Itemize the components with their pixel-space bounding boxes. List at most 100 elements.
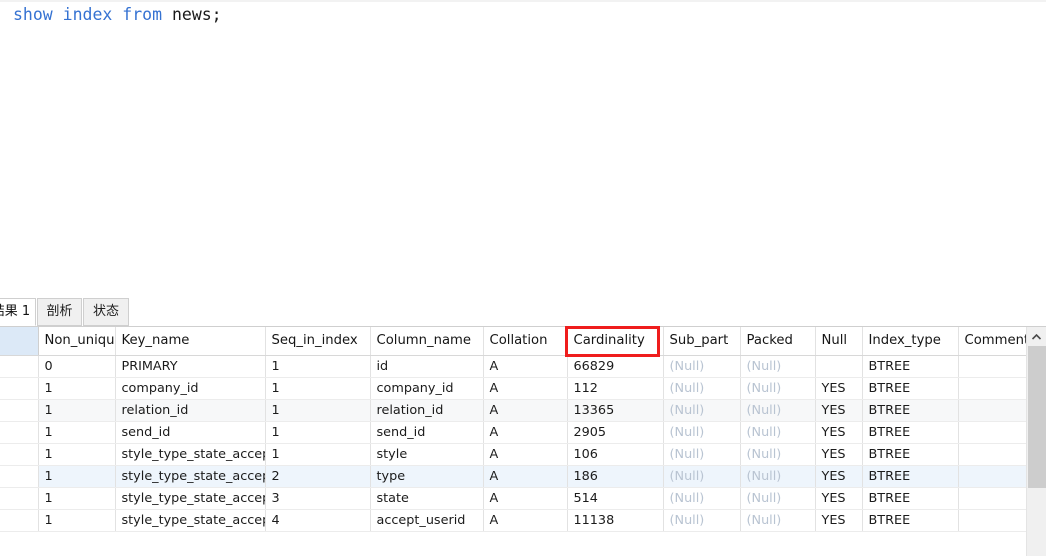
column-header-comment[interactable]: Comment — [958, 327, 1027, 356]
cell-index-type[interactable]: BTREE — [862, 377, 959, 400]
row-selector[interactable] — [0, 421, 39, 444]
tab-profile[interactable]: 剖析 — [37, 298, 82, 326]
column-header-packed[interactable]: Packed — [740, 327, 816, 356]
scroll-up-button[interactable] — [1027, 327, 1046, 346]
cell-null[interactable] — [815, 355, 863, 378]
column-header-collation[interactable]: Collation — [483, 327, 568, 356]
table-row[interactable]: 0 PRIMARY 1 id A 66829 (Null) (Null) BTR… — [0, 355, 1027, 378]
cell-index-type[interactable]: BTREE — [862, 465, 959, 488]
cell-non-unique[interactable]: 1 — [38, 465, 116, 488]
cell-sub-part[interactable]: (Null) — [663, 399, 741, 422]
table-row[interactable]: 1 company_id 1 company_id A 112 (Null) (… — [0, 377, 1027, 400]
cell-cardinality[interactable]: 2905 — [567, 421, 664, 444]
cell-key-name[interactable]: company_id — [115, 377, 266, 400]
cell-packed[interactable]: (Null) — [740, 399, 816, 422]
cell-key-name[interactable]: send_id — [115, 421, 266, 444]
cell-non-unique[interactable]: 0 — [38, 355, 116, 378]
cell-index-type[interactable]: BTREE — [862, 421, 959, 444]
tab-result[interactable]: 结果 1 — [0, 298, 36, 326]
cell-packed[interactable]: (Null) — [740, 443, 816, 466]
cell-packed[interactable]: (Null) — [740, 487, 816, 510]
vertical-scrollbar[interactable] — [1026, 327, 1046, 556]
cell-packed[interactable]: (Null) — [740, 465, 816, 488]
cell-key-name[interactable]: relation_id — [115, 399, 266, 422]
cell-comment[interactable] — [958, 377, 1027, 400]
column-header-column-name[interactable]: Column_name — [370, 327, 484, 356]
column-header-seq-in-index[interactable]: Seq_in_index — [265, 327, 371, 356]
cell-packed[interactable]: (Null) — [740, 377, 816, 400]
cell-comment[interactable] — [958, 509, 1027, 532]
cell-seq-in-index[interactable]: 1 — [265, 399, 371, 422]
cell-column-name[interactable]: send_id — [370, 421, 484, 444]
tab-status[interactable]: 状态 — [83, 298, 129, 326]
row-selector[interactable] — [0, 443, 39, 466]
cell-collation[interactable]: A — [483, 421, 568, 444]
cell-column-name[interactable]: accept_userid — [370, 509, 484, 532]
row-selector[interactable] — [0, 355, 39, 378]
table-row[interactable]: 1 style_type_state_accept_us 1 style A 1… — [0, 443, 1027, 466]
cell-cardinality[interactable]: 514 — [567, 487, 664, 510]
cell-cardinality[interactable]: 11138 — [567, 509, 664, 532]
table-row[interactable]: 1 relation_id 1 relation_id A 13365 (Nul… — [0, 399, 1027, 422]
cell-null[interactable]: YES — [815, 487, 863, 510]
row-selector[interactable] — [0, 487, 39, 510]
cell-seq-in-index[interactable]: 1 — [265, 377, 371, 400]
cell-packed[interactable]: (Null) — [740, 421, 816, 444]
cell-collation[interactable]: A — [483, 465, 568, 488]
row-selector[interactable] — [0, 509, 39, 532]
row-header-gutter[interactable] — [0, 327, 39, 356]
cell-null[interactable]: YES — [815, 377, 863, 400]
column-header-null[interactable]: Null — [815, 327, 863, 356]
cell-cardinality[interactable]: 112 — [567, 377, 664, 400]
sql-editor-pane[interactable]: show index from news; — [0, 0, 1046, 292]
cell-cardinality[interactable]: 186 — [567, 465, 664, 488]
cell-comment[interactable] — [958, 355, 1027, 378]
cell-key-name[interactable]: style_type_state_accept_us — [115, 487, 266, 510]
cell-packed[interactable]: (Null) — [740, 355, 816, 378]
cell-non-unique[interactable]: 1 — [38, 421, 116, 444]
cell-sub-part[interactable]: (Null) — [663, 443, 741, 466]
cell-collation[interactable]: A — [483, 487, 568, 510]
table-row[interactable]: 1 style_type_state_accept_us 3 state A 5… — [0, 487, 1027, 510]
cell-key-name[interactable]: PRIMARY — [115, 355, 266, 378]
cell-sub-part[interactable]: (Null) — [663, 355, 741, 378]
cell-seq-in-index[interactable]: 1 — [265, 443, 371, 466]
cell-seq-in-index[interactable]: 2 — [265, 465, 371, 488]
cell-column-name[interactable]: style — [370, 443, 484, 466]
cell-comment[interactable] — [958, 487, 1027, 510]
cell-cardinality[interactable]: 66829 — [567, 355, 664, 378]
cell-seq-in-index[interactable]: 3 — [265, 487, 371, 510]
table-row[interactable]: 1 send_id 1 send_id A 2905 (Null) (Null)… — [0, 421, 1027, 444]
cell-index-type[interactable]: BTREE — [862, 487, 959, 510]
scrollbar-thumb[interactable] — [1028, 346, 1046, 488]
cell-collation[interactable]: A — [483, 443, 568, 466]
cell-key-name[interactable]: style_type_state_accept_us — [115, 509, 266, 532]
cell-non-unique[interactable]: 1 — [38, 443, 116, 466]
cell-non-unique[interactable]: 1 — [38, 487, 116, 510]
cell-index-type[interactable]: BTREE — [862, 509, 959, 532]
cell-column-name[interactable]: state — [370, 487, 484, 510]
cell-sub-part[interactable]: (Null) — [663, 509, 741, 532]
cell-key-name[interactable]: style_type_state_accept_us — [115, 465, 266, 488]
cell-collation[interactable]: A — [483, 355, 568, 378]
column-header-index-type[interactable]: Index_type — [862, 327, 959, 356]
cell-column-name[interactable]: relation_id — [370, 399, 484, 422]
cell-cardinality[interactable]: 13365 — [567, 399, 664, 422]
column-header-non-unique[interactable]: Non_unique — [38, 327, 116, 356]
cell-seq-in-index[interactable]: 1 — [265, 355, 371, 378]
result-grid[interactable]: Non_unique Key_name Seq_in_index Column_… — [0, 327, 1046, 556]
cell-column-name[interactable]: company_id — [370, 377, 484, 400]
row-selector[interactable] — [0, 399, 39, 422]
cell-collation[interactable]: A — [483, 399, 568, 422]
cell-non-unique[interactable]: 1 — [38, 377, 116, 400]
row-selector[interactable] — [0, 377, 39, 400]
cell-index-type[interactable]: BTREE — [862, 443, 959, 466]
cell-sub-part[interactable]: (Null) — [663, 377, 741, 400]
cell-comment[interactable] — [958, 421, 1027, 444]
cell-column-name[interactable]: type — [370, 465, 484, 488]
cell-null[interactable]: YES — [815, 443, 863, 466]
cell-seq-in-index[interactable]: 4 — [265, 509, 371, 532]
cell-packed[interactable]: (Null) — [740, 509, 816, 532]
cell-index-type[interactable]: BTREE — [862, 355, 959, 378]
column-header-sub-part[interactable]: Sub_part — [663, 327, 741, 356]
